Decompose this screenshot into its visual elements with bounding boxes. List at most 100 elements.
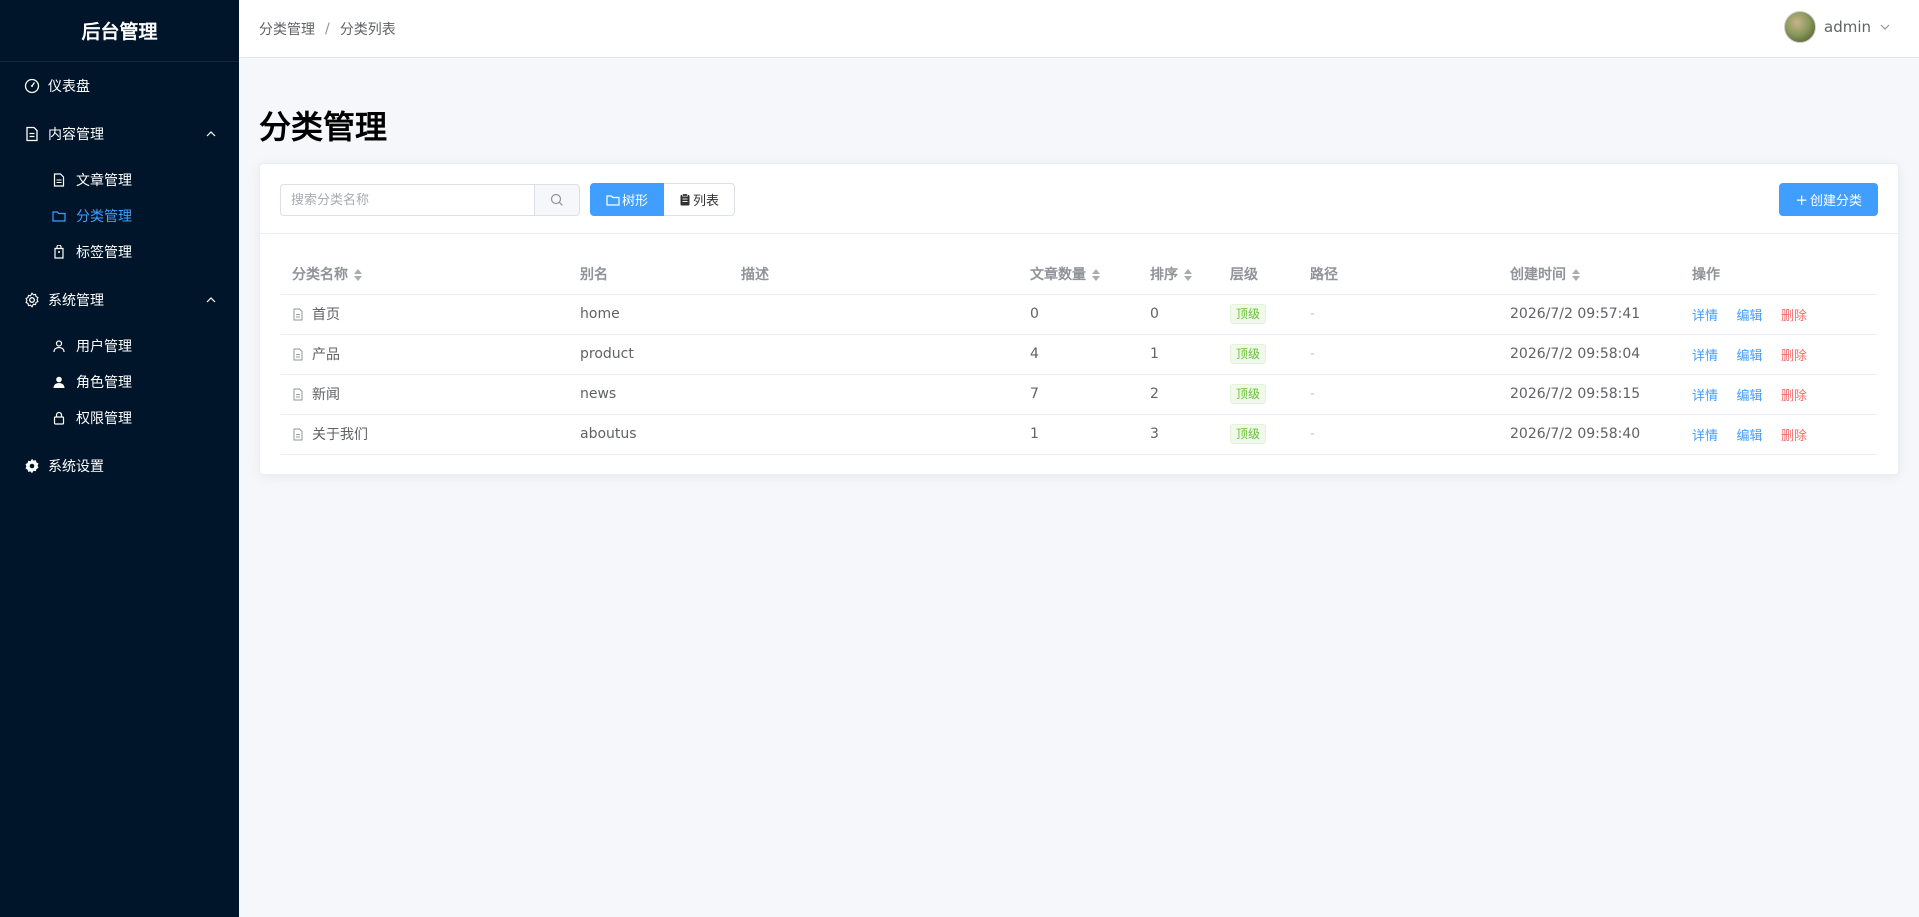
breadcrumb-separator: /: [325, 20, 330, 37]
cell-sort: 3: [1138, 414, 1218, 455]
cell-sort: 2: [1138, 374, 1218, 415]
sidebar-item-label: 用户管理: [76, 339, 132, 355]
table-header-row: 分类名称 别名 描述 文章数量 排序 层级 路径 创建时间 操作: [280, 254, 1878, 295]
brand-title: 后台管理: [0, 0, 239, 62]
tag-icon: [52, 245, 66, 259]
sort-icon[interactable]: [354, 268, 362, 281]
cell-level: 顶级: [1218, 334, 1298, 375]
cell-level: 顶级: [1218, 294, 1298, 335]
detail-button[interactable]: 详情: [1692, 429, 1718, 444]
folder-icon: [52, 209, 66, 223]
column-header-alias: 别名: [568, 254, 729, 295]
view-tree-label: 树形: [622, 194, 649, 209]
category-card: 树形 列表 + 创建分类 分类名称 别名 描述 文章数量 排序: [259, 163, 1899, 475]
document-icon: [52, 173, 66, 187]
edit-button[interactable]: 编辑: [1736, 429, 1762, 444]
sidebar: 后台管理 仪表盘 内容管理 文章管理 分类管理 标签管理 系统管理 用户管理 角…: [0, 0, 239, 917]
sidebar-group-label: 系统管理: [48, 293, 104, 309]
edit-button[interactable]: 编辑: [1736, 309, 1762, 324]
page-title: 分类管理: [259, 108, 388, 146]
sidebar-item-label: 角色管理: [76, 375, 132, 391]
column-header-actions: 操作: [1680, 254, 1878, 295]
cell-alias: aboutus: [568, 414, 729, 455]
cell-article-count: 7: [1018, 374, 1138, 415]
sidebar-item-label: 标签管理: [76, 245, 132, 261]
sort-icon[interactable]: [1572, 268, 1580, 281]
cell-created: 2026/7/2 09:58:04: [1498, 334, 1680, 375]
edit-button[interactable]: 编辑: [1736, 389, 1762, 404]
sort-icon[interactable]: [1092, 268, 1100, 281]
edit-button[interactable]: 编辑: [1736, 349, 1762, 364]
create-category-button[interactable]: + 创建分类: [1779, 183, 1878, 216]
sidebar-item-categories[interactable]: 分类管理: [0, 198, 239, 234]
sort-icon[interactable]: [1184, 268, 1192, 281]
category-table: 分类名称 别名 描述 文章数量 排序 层级 路径 创建时间 操作 首页 home…: [280, 254, 1878, 455]
sidebar-item-tags[interactable]: 标签管理: [0, 234, 239, 270]
username: admin: [1824, 18, 1871, 36]
document-icon: [293, 308, 303, 321]
cell-description: [729, 414, 1018, 455]
plus-icon: +: [1795, 190, 1808, 209]
cell-name: 产品: [280, 334, 568, 375]
sidebar-item-label: 文章管理: [76, 173, 132, 189]
cell-name: 首页: [280, 294, 568, 335]
sidebar-group-label: 内容管理: [48, 127, 104, 143]
view-list-label: 列表: [693, 194, 720, 209]
cell-description: [729, 294, 1018, 335]
breadcrumb: 分类管理 / 分类列表: [259, 19, 396, 39]
sidebar-item-label: 权限管理: [76, 411, 132, 427]
sidebar-item-permissions[interactable]: 权限管理: [0, 400, 239, 436]
document-icon: [24, 126, 40, 142]
cell-description: [729, 334, 1018, 375]
cell-created: 2026/7/2 09:58:40: [1498, 414, 1680, 455]
lock-icon: [52, 411, 66, 425]
cell-article-count: 4: [1018, 334, 1138, 375]
column-header-created[interactable]: 创建时间: [1498, 254, 1680, 295]
create-category-label: 创建分类: [1809, 194, 1862, 209]
detail-button[interactable]: 详情: [1692, 309, 1718, 324]
detail-button[interactable]: 详情: [1692, 349, 1718, 364]
cell-actions: 详情 编辑 删除: [1680, 414, 1878, 455]
cell-description: [729, 374, 1018, 415]
cell-path: -: [1298, 374, 1498, 415]
cell-article-count: 0: [1018, 294, 1138, 335]
table-row: 关于我们 aboutus 1 3 顶级 - 2026/7/2 09:58:40 …: [280, 414, 1878, 455]
breadcrumb-item[interactable]: 分类管理: [259, 19, 315, 39]
user-icon: [52, 339, 66, 353]
user-menu[interactable]: admin: [1784, 11, 1891, 43]
cell-actions: 详情 编辑 删除: [1680, 334, 1878, 375]
column-header-name[interactable]: 分类名称: [280, 254, 568, 295]
chevron-up-icon: [206, 297, 216, 303]
cell-name: 关于我们: [280, 414, 568, 455]
search-input[interactable]: [280, 184, 534, 216]
delete-button[interactable]: 删除: [1781, 429, 1807, 444]
cell-path: -: [1298, 414, 1498, 455]
sidebar-item-articles[interactable]: 文章管理: [0, 162, 239, 198]
sidebar-group-content[interactable]: 内容管理: [0, 110, 239, 158]
view-tree-button[interactable]: 树形: [590, 183, 665, 216]
document-icon: [293, 388, 303, 401]
level-tag: 顶级: [1230, 424, 1267, 444]
search-group: [280, 184, 580, 216]
sidebar-item-dashboard[interactable]: 仪表盘: [0, 62, 239, 110]
sidebar-item-roles[interactable]: 角色管理: [0, 364, 239, 400]
sidebar-item-users[interactable]: 用户管理: [0, 328, 239, 364]
sidebar-item-label: 仪表盘: [48, 79, 90, 95]
sidebar-item-settings[interactable]: 系统设置: [0, 442, 239, 490]
sidebar-item-label: 系统设置: [48, 459, 104, 475]
column-header-article-count[interactable]: 文章数量: [1018, 254, 1138, 295]
detail-button[interactable]: 详情: [1692, 389, 1718, 404]
delete-button[interactable]: 删除: [1781, 349, 1807, 364]
cell-level: 顶级: [1218, 374, 1298, 415]
table-row: 新闻 news 7 2 顶级 - 2026/7/2 09:58:15 详情 编辑…: [280, 374, 1878, 415]
breadcrumb-item-current: 分类列表: [339, 21, 396, 38]
cell-created: 2026/7/2 09:58:15: [1498, 374, 1680, 415]
delete-button[interactable]: 删除: [1781, 309, 1807, 324]
delete-button[interactable]: 删除: [1781, 389, 1807, 404]
level-tag: 顶级: [1230, 384, 1267, 404]
search-button[interactable]: [534, 184, 580, 216]
view-list-button[interactable]: 列表: [664, 183, 736, 216]
sidebar-group-system[interactable]: 系统管理: [0, 276, 239, 324]
column-header-sort[interactable]: 排序: [1138, 254, 1218, 295]
top-header: 分类管理 / 分类列表 admin: [239, 0, 1919, 58]
